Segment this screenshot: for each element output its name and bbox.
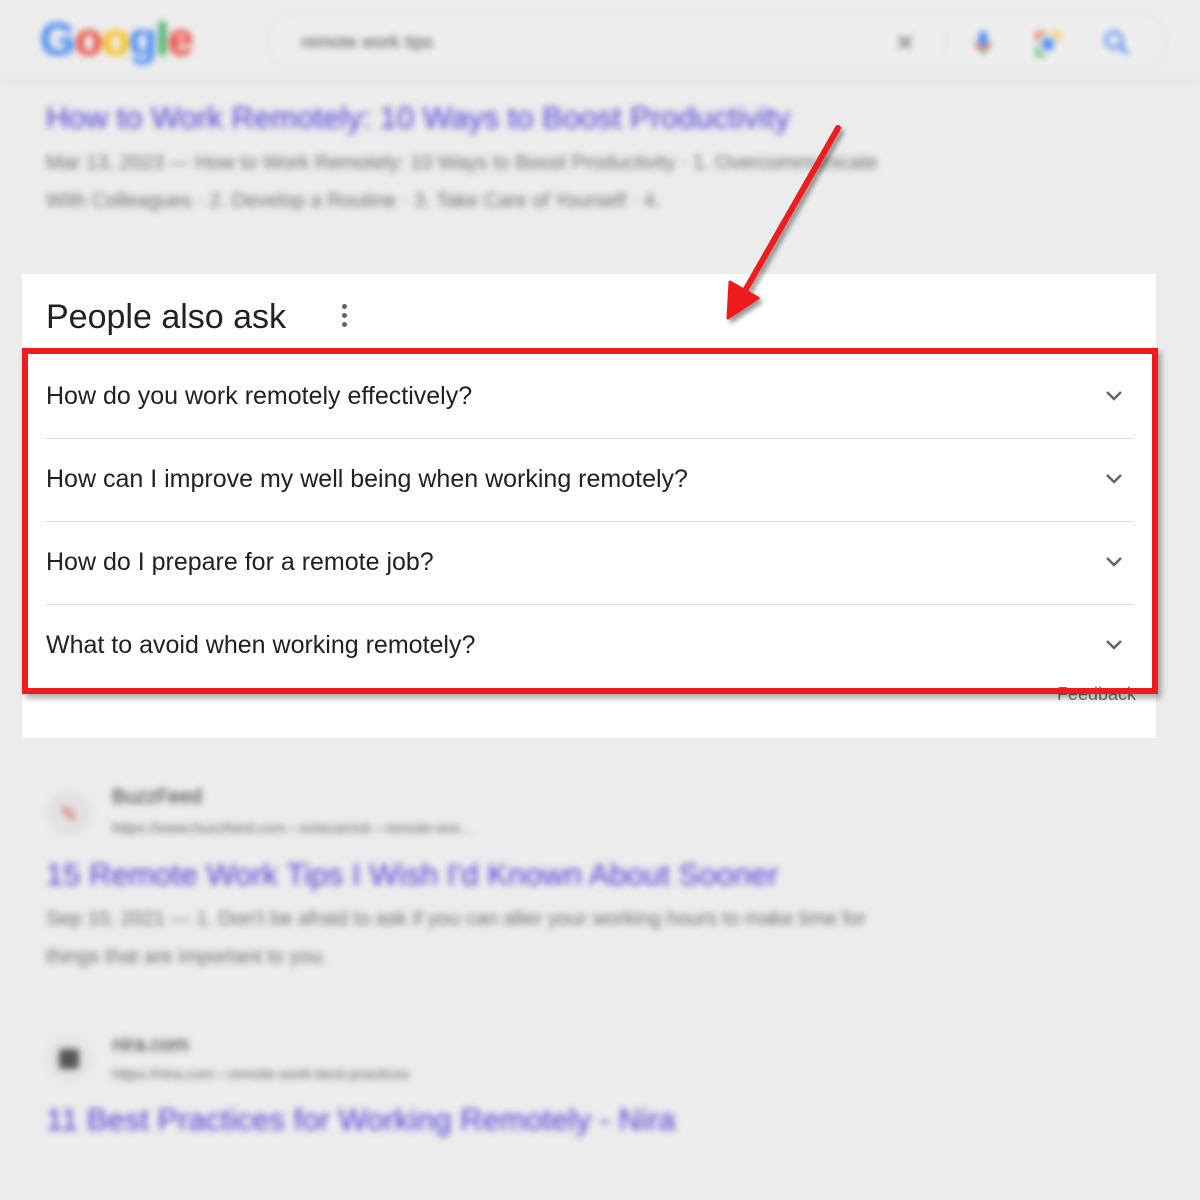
chevron-down-icon xyxy=(1106,640,1122,650)
pen-icon: ✎ xyxy=(60,802,79,827)
result-title[interactable]: 11 Best Practices for Working Remotely -… xyxy=(46,1102,675,1138)
paa-question-text: How do I prepare for a remote job? xyxy=(46,548,434,576)
paa-question-item[interactable]: How can I improve my well being when wor… xyxy=(46,439,1134,522)
buzzfeed-favicon: ✎ xyxy=(46,790,92,836)
result-snippet-top-line1: Mar 13, 2023 — How to Work Remotely: 10 … xyxy=(46,152,878,174)
nira-favicon xyxy=(46,1036,92,1082)
close-icon[interactable]: ✕ xyxy=(895,29,915,58)
search-divider xyxy=(945,29,946,57)
search-icon[interactable] xyxy=(1103,29,1131,64)
google-logo[interactable]: Google xyxy=(40,12,193,66)
chevron-down-icon xyxy=(1106,557,1122,567)
search-query: remote work tips xyxy=(301,32,434,52)
paa-question-item[interactable]: How do I prepare for a remote job? xyxy=(46,522,1134,605)
result-site-url[interactable]: https://www.buzzfeed.com › eviecarrick ›… xyxy=(112,820,472,837)
search-header: Google remote work tips ✕ xyxy=(0,0,1200,82)
paa-question-text: What to avoid when working remotely? xyxy=(46,631,476,659)
result-snippet-top-line2: With Colleagues · 2. Develop a Routine ·… xyxy=(46,190,661,212)
result-site-name: BuzzFeed xyxy=(112,786,203,808)
paa-question-text: How can I improve my well being when wor… xyxy=(46,465,688,493)
result-snippet-line2: things that are important to you. xyxy=(46,946,328,968)
paa-question-item[interactable]: What to avoid when working remotely? xyxy=(46,605,1134,687)
search-input[interactable]: remote work tips ✕ xyxy=(268,14,1166,70)
result-snippet-line1: Sep 10, 2021 — 1. Don't be afraid to ask… xyxy=(46,908,866,930)
camera-lens-icon[interactable] xyxy=(1033,29,1063,66)
more-options-icon[interactable] xyxy=(334,304,354,331)
paa-question-list: How do you work remotely effectively? Ho… xyxy=(46,356,1134,687)
paa-question-item[interactable]: How do you work remotely effectively? xyxy=(46,356,1134,439)
square-logo-icon xyxy=(59,1049,79,1069)
result-title-top[interactable]: How to Work Remotely: 10 Ways to Boost P… xyxy=(46,100,790,136)
microphone-icon[interactable] xyxy=(973,29,993,64)
result-site-name: nira.com xyxy=(112,1034,189,1056)
paa-question-text: How do you work remotely effectively? xyxy=(46,382,473,410)
chevron-down-icon xyxy=(1106,474,1122,484)
result-site-url[interactable]: https://nira.com › remote-work-best-prac… xyxy=(112,1066,410,1083)
people-also-ask-panel: People also ask How do you work remotely… xyxy=(22,274,1156,738)
feedback-link[interactable]: Feedback xyxy=(1057,684,1136,705)
chevron-down-icon xyxy=(1106,391,1122,401)
paa-title: People also ask xyxy=(46,298,287,336)
result-title[interactable]: 15 Remote Work Tips I Wish I'd Known Abo… xyxy=(46,857,778,893)
